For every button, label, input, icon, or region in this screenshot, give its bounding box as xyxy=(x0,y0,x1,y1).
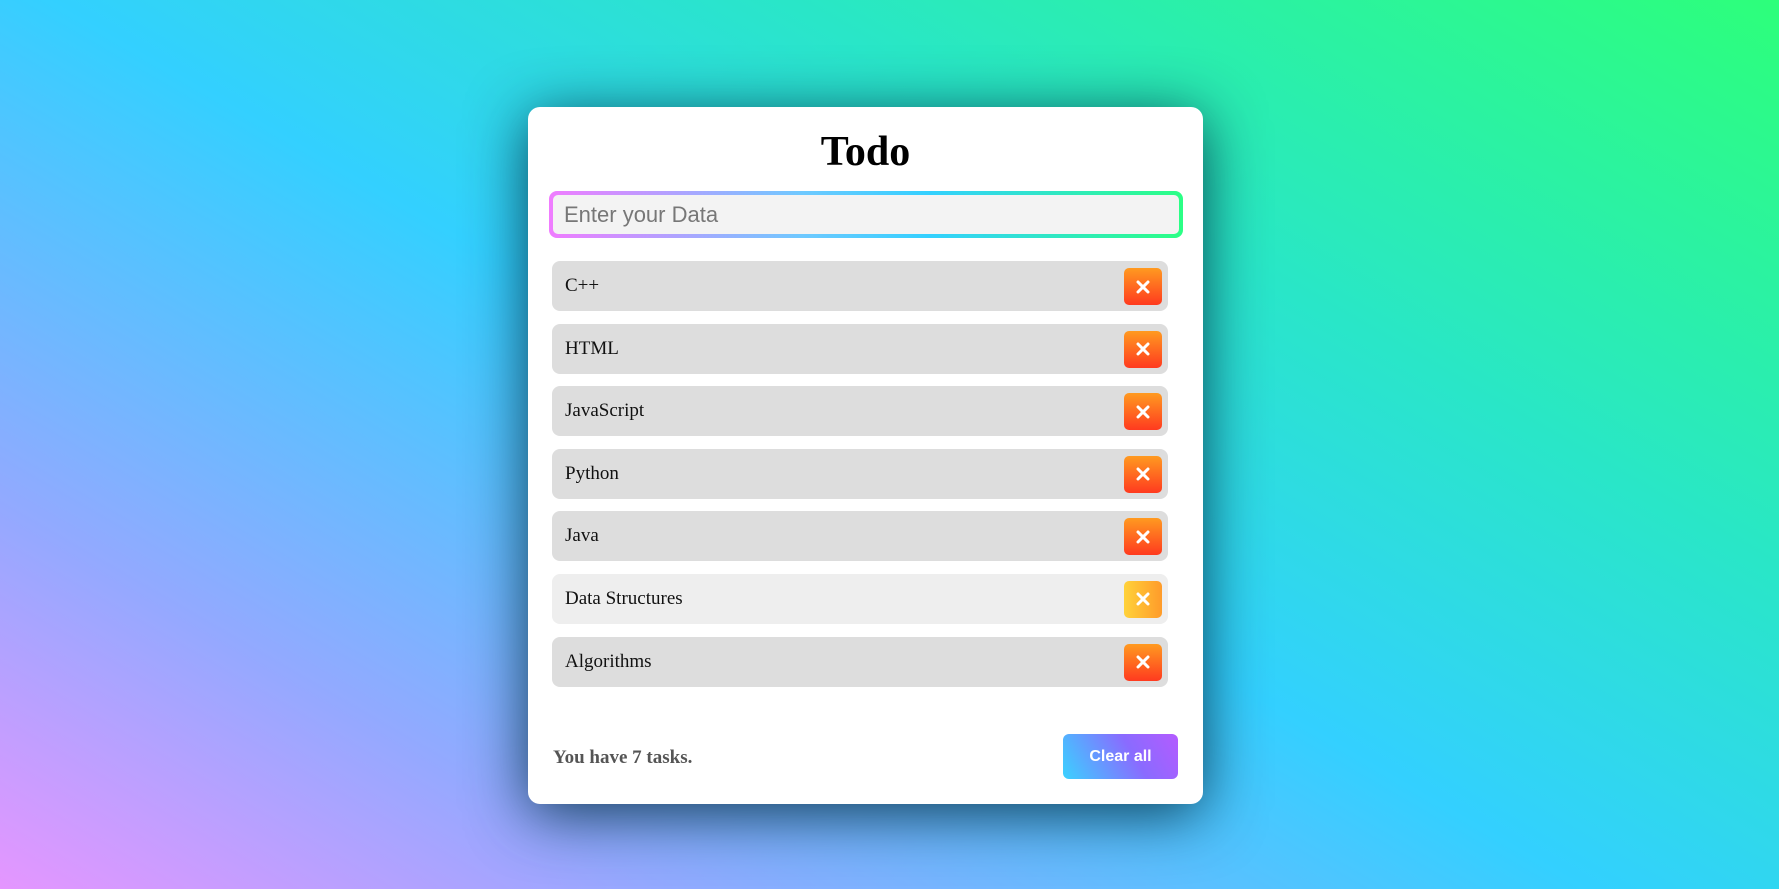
delete-button[interactable] xyxy=(1124,330,1162,368)
todo-input[interactable] xyxy=(553,195,1179,234)
delete-button[interactable] xyxy=(1124,643,1162,681)
close-icon xyxy=(1136,655,1150,669)
delete-button[interactable] xyxy=(1124,455,1162,493)
todo-input-wrapper xyxy=(549,191,1183,238)
close-icon xyxy=(1136,530,1150,544)
todo-item-label: Java xyxy=(565,525,599,547)
close-icon xyxy=(1136,342,1150,356)
todo-item-label: Python xyxy=(565,462,619,484)
todo-item: Java xyxy=(552,511,1168,562)
close-icon xyxy=(1136,405,1150,419)
todo-item-label: C++ xyxy=(565,275,600,296)
delete-button[interactable] xyxy=(1124,268,1162,305)
close-icon xyxy=(1136,592,1150,606)
todo-item-label: HTML xyxy=(565,337,619,359)
todo-item: HTML xyxy=(552,323,1168,374)
todo-item-label: Data Structures xyxy=(565,587,683,609)
delete-button[interactable] xyxy=(1124,518,1162,556)
todo-item: C++ xyxy=(552,261,1168,311)
delete-button[interactable] xyxy=(1124,580,1162,618)
task-count: You have 7 tasks. xyxy=(553,747,693,768)
todo-item: Data Structures xyxy=(552,573,1168,624)
todo-item-label: Algorithms xyxy=(565,650,652,672)
todo-card: Todo C++ HTML JavaScript Python xyxy=(528,107,1203,804)
todo-item-label: JavaScript xyxy=(565,400,645,422)
todo-list: C++ HTML JavaScript Python Java Data Str… xyxy=(552,261,1168,699)
page-title: Todo xyxy=(820,129,911,175)
delete-button[interactable] xyxy=(1124,393,1162,431)
todo-item: Python xyxy=(552,448,1168,499)
todo-item: Algorithms xyxy=(552,636,1168,687)
todo-item: JavaScript xyxy=(552,386,1168,437)
close-icon xyxy=(1136,467,1150,481)
clear-all-button[interactable]: Clear all xyxy=(1063,734,1178,779)
close-icon xyxy=(1136,280,1150,293)
